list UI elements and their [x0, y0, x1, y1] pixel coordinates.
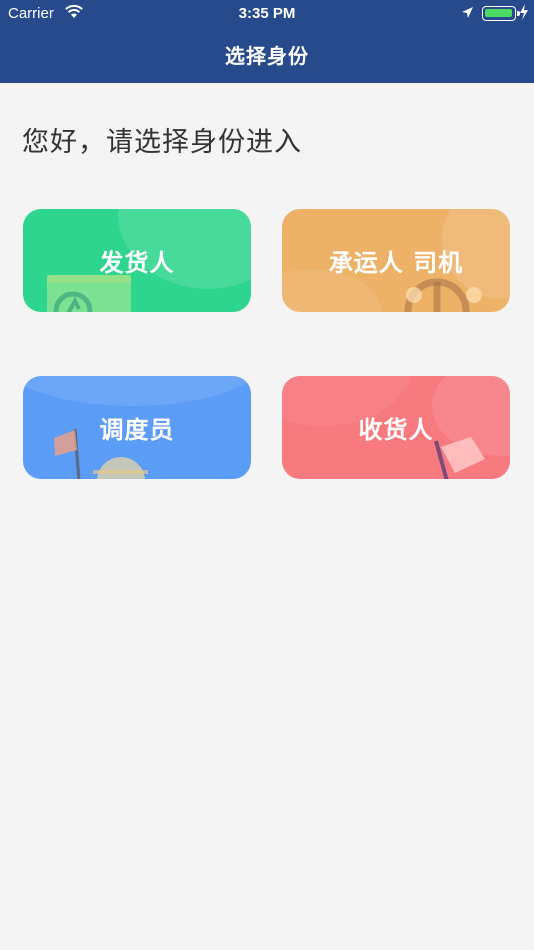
role-label-driver: 承运人 司机	[328, 249, 464, 277]
role-card-driver[interactable]: 承运人 司机	[282, 209, 510, 312]
charging-bolt-icon	[519, 4, 529, 24]
role-card-shipper[interactable]: 发货人	[23, 209, 251, 312]
status-bar: Carrier 3:35 PM	[0, 0, 534, 28]
location-arrow-icon	[461, 6, 474, 23]
role-label-shipper: 发货人	[99, 249, 175, 277]
role-card-receiver[interactable]: 收货人	[282, 376, 510, 479]
page-title: 选择身份	[225, 44, 309, 68]
role-label-dispatcher: 调度员	[99, 416, 175, 444]
battery-icon	[482, 6, 520, 21]
role-label-receiver: 收货人	[358, 416, 434, 444]
role-card-dispatcher[interactable]: 调度员	[23, 376, 251, 479]
status-time: 3:35 PM	[238, 5, 296, 22]
greeting-heading: 您好，请选择身份进入	[22, 127, 302, 158]
top-bar: Carrier 3:35 PM 选择身份	[0, 0, 534, 83]
